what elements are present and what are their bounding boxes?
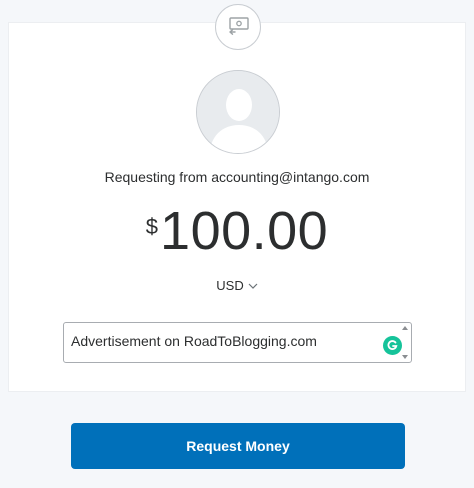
default-avatar-icon xyxy=(197,71,279,153)
currency-selector[interactable]: USD xyxy=(0,278,474,293)
scroll-down-arrow[interactable] xyxy=(402,355,408,359)
note-value[interactable]: Advertisement on RoadToBlogging.com xyxy=(71,333,317,349)
grammarly-g-icon xyxy=(387,340,398,350)
request-money-button[interactable]: Request Money xyxy=(71,423,405,469)
money-request-icon xyxy=(229,17,249,35)
note-textarea[interactable]: Advertisement on RoadToBlogging.com xyxy=(63,322,412,363)
amount-display[interactable]: $100.00 xyxy=(0,200,474,262)
requesting-from-text: Requesting from accounting@intango.com xyxy=(104,169,370,185)
scroll-up-arrow[interactable] xyxy=(402,326,408,330)
chevron-down-icon xyxy=(248,283,258,289)
money-request-badge xyxy=(215,4,261,50)
currency-code: USD xyxy=(216,278,244,293)
currency-symbol: $ xyxy=(145,214,159,239)
grammarly-icon[interactable] xyxy=(383,336,402,355)
recipient-avatar xyxy=(196,70,280,154)
amount-value[interactable]: 100.00 xyxy=(160,201,328,261)
